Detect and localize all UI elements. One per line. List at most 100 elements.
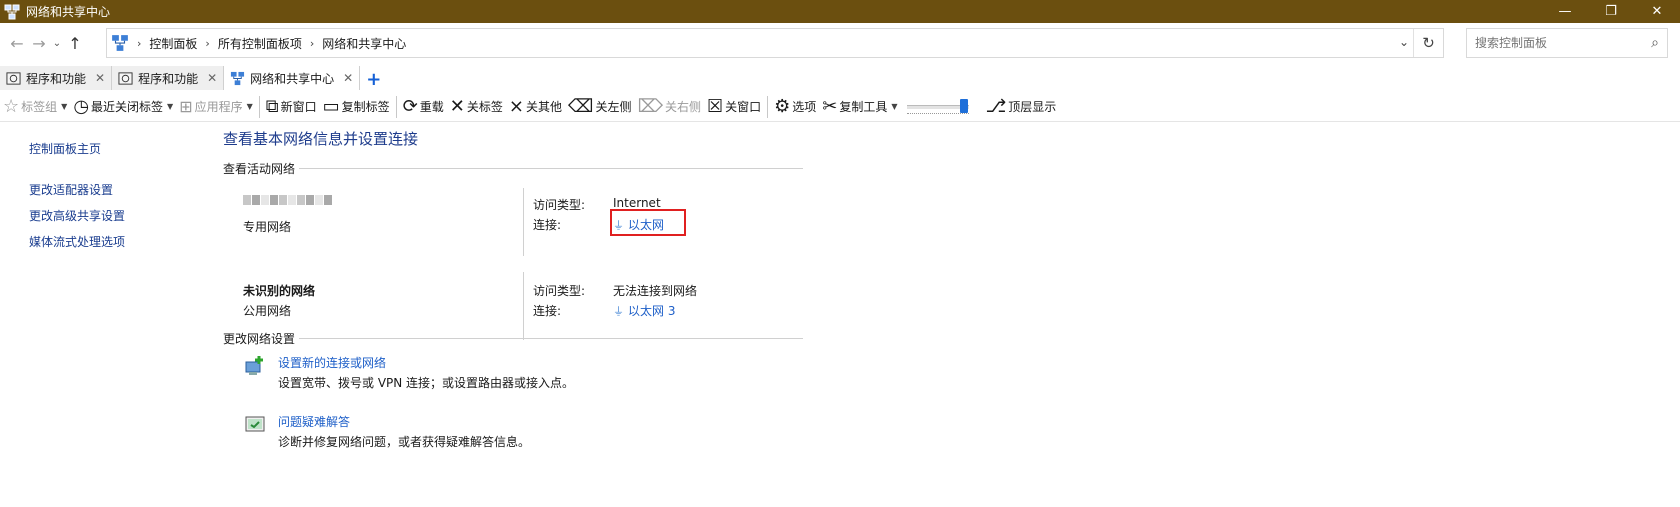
left-navigation-pane: 控制面板主页 更改适配器设置 更改高级共享设置 媒体流式处理选项	[29, 140, 125, 259]
access-type-value: Internet	[613, 196, 661, 210]
troubleshoot-link[interactable]: 问题疑难解答	[278, 413, 350, 430]
breadcrumb-chevron-icon[interactable]: ›	[205, 37, 209, 50]
paperclip-icon: ⎇	[985, 95, 1007, 117]
dropdown-caret-icon: ▼	[891, 102, 898, 111]
minimize-button[interactable]: —	[1542, 0, 1588, 23]
sidebar-item-adapter-settings[interactable]: 更改适配器设置	[29, 181, 125, 198]
network-center-icon	[4, 4, 20, 19]
copy-tab-icon: ▭	[322, 95, 340, 117]
access-type-label: 访问类型:	[533, 198, 586, 212]
new-window-button[interactable]: ⧉ 新窗口	[263, 93, 320, 121]
tab-programs-1[interactable]: 程序和功能 ✕	[0, 66, 113, 90]
network-entry: 专用网络 访问类型: Internet 连接: ⏚ 以太网	[243, 188, 803, 268]
search-input[interactable]	[1467, 36, 1637, 50]
network-category: 专用网络	[243, 220, 292, 234]
breadcrumb-control-panel[interactable]: 控制面板	[149, 35, 197, 52]
redacted-network-name	[243, 194, 332, 206]
connection-label: 连接:	[533, 218, 562, 232]
copy-tab-button[interactable]: ▭ 复制标签	[320, 93, 393, 121]
network-name-redacted	[243, 194, 332, 208]
column-divider	[523, 188, 524, 256]
tab-close-icon[interactable]: ✕	[95, 71, 105, 85]
reload-button[interactable]: ⟳ 重载	[400, 93, 447, 121]
new-tab-plus-icon[interactable]: +	[366, 69, 381, 90]
close-others-button[interactable]: ⨯ 关其他	[506, 93, 565, 121]
search-icon[interactable]: ⌕	[1651, 35, 1659, 51]
tab-label: 程序和功能	[26, 71, 87, 86]
breadcrumb-all-items[interactable]: 所有控制面板项	[218, 35, 302, 52]
recent-closed-button[interactable]: ◷ 最近关闭标签 ▼	[70, 93, 176, 121]
tab-close-icon[interactable]: ✕	[343, 71, 353, 85]
troubleshoot-description: 诊断并修复网络问题，或者获得疑难解答信息。	[278, 435, 531, 449]
page-title: 查看基本网络信息并设置连接	[223, 130, 419, 148]
programs-icon	[118, 71, 133, 85]
sidebar-item-advanced-sharing[interactable]: 更改高级共享设置	[29, 207, 125, 224]
tab-close-icon[interactable]: ✕	[207, 71, 217, 85]
breadcrumb-chevron-icon: ›	[137, 36, 142, 50]
close-tab-button[interactable]: ✕ 关标签	[447, 93, 506, 121]
toolbar-divider	[258, 95, 260, 118]
access-type-label: 访问类型:	[533, 284, 586, 298]
programs-icon	[6, 71, 21, 85]
close-left-icon: ⌫	[568, 95, 594, 117]
dropdown-caret-icon: ▼	[61, 102, 68, 111]
windows-logo-icon: ⊞	[179, 96, 193, 116]
close-right-button[interactable]: ⌦ 关右侧	[634, 93, 703, 121]
dropdown-caret-icon: ▼	[167, 102, 174, 111]
clock-icon: ◷	[73, 95, 90, 117]
address-bar[interactable]: › 控制面板 › 所有控制面板项 › 网络和共享中心 ⌄ ↻	[106, 28, 1444, 58]
close-window-toolbar-button[interactable]: ☒ 关窗口	[704, 93, 764, 121]
close-icon: ✕	[449, 95, 465, 117]
copy-tools-button[interactable]: ✂ 复制工具 ▼	[819, 93, 900, 121]
recent-locations-chevron-icon[interactable]: ⌄	[50, 28, 64, 58]
breadcrumb-chevron-icon[interactable]: ›	[310, 37, 314, 50]
toolbar-divider	[395, 95, 397, 118]
top-display-button[interactable]: ⎇ 顶层显示	[983, 93, 1060, 121]
new-connection-icon	[245, 356, 263, 375]
tab-label: 程序和功能	[138, 71, 199, 86]
navigation-bar: ← → ⌄ ↑ › 控制面板 › 所有控制面板项 › 网络和共享中心 ⌄ ↻ ⌕	[0, 23, 1680, 63]
ethernet-3-connection-link[interactable]: ⏚ 以太网 3	[613, 302, 675, 319]
new-window-icon: ⧉	[265, 95, 279, 117]
forward-arrow-icon[interactable]: →	[28, 28, 50, 58]
tab-label: 网络和共享中心	[250, 71, 335, 86]
bookmarks-button[interactable]: ☆ 标签组 ▼	[0, 93, 70, 121]
section-divider	[299, 338, 803, 339]
options-button[interactable]: ⚙ 选项	[771, 93, 819, 121]
address-dropdown-chevron-icon[interactable]: ⌄	[1399, 35, 1409, 49]
transparency-slider[interactable]	[905, 97, 979, 117]
close-right-icon: ⌦	[637, 95, 663, 117]
breadcrumb-network-center[interactable]: 网络和共享中心	[322, 35, 406, 52]
gear-icon: ⚙	[774, 95, 791, 117]
network-center-icon	[231, 71, 245, 85]
search-box[interactable]: ⌕	[1466, 28, 1668, 58]
troubleshoot-task: 问题疑难解答 诊断并修复网络问题，或者获得疑难解答信息。	[243, 413, 803, 453]
sidebar-item-control-panel-home[interactable]: 控制面板主页	[29, 140, 125, 157]
setup-connection-task: 设置新的连接或网络 设置宽带、拨号或 VPN 连接；或设置路由器或接入点。	[243, 354, 803, 394]
tab-network-center[interactable]: 网络和共享中心 ✕	[224, 66, 361, 90]
tab-programs-2[interactable]: 程序和功能 ✕	[112, 66, 225, 90]
close-left-button[interactable]: ⌫ 关左侧	[565, 93, 634, 121]
slider-thumb[interactable]	[959, 98, 968, 113]
dropdown-caret-icon: ▼	[246, 102, 253, 111]
setup-connection-link[interactable]: 设置新的连接或网络	[278, 354, 386, 371]
toolbar: ☆ 标签组 ▼ ◷ 最近关闭标签 ▼ ⊞ 应用程序 ▼ ⧉ 新窗口 ▭ 复制标签…	[0, 92, 1680, 122]
change-settings-header: 更改网络设置	[223, 330, 803, 347]
up-arrow-icon[interactable]: ↑	[64, 28, 86, 58]
window-title: 网络和共享中心	[26, 5, 111, 19]
apps-button[interactable]: ⊞ 应用程序 ▼	[176, 93, 256, 121]
connection-label: 连接:	[533, 304, 562, 318]
back-arrow-icon[interactable]: ←	[6, 28, 28, 58]
close-window-icon: ☒	[706, 95, 724, 117]
network-name: 未识别的网络	[243, 284, 316, 298]
sidebar-item-media-streaming[interactable]: 媒体流式处理选项	[29, 233, 125, 250]
restore-button[interactable]: ❐	[1588, 0, 1634, 23]
scissors-icon: ✂	[822, 95, 838, 117]
refresh-icon[interactable]: ↻	[1413, 29, 1443, 57]
ethernet-plug-icon: ⏚	[613, 304, 624, 318]
close-window-button[interactable]: ✕	[1634, 0, 1680, 23]
setup-connection-description: 设置宽带、拨号或 VPN 连接；或设置路由器或接入点。	[278, 376, 575, 390]
control-panel-icon	[112, 35, 128, 51]
toolbar-divider	[767, 95, 769, 118]
title-bar: 网络和共享中心 — ❐ ✕	[0, 0, 1680, 23]
